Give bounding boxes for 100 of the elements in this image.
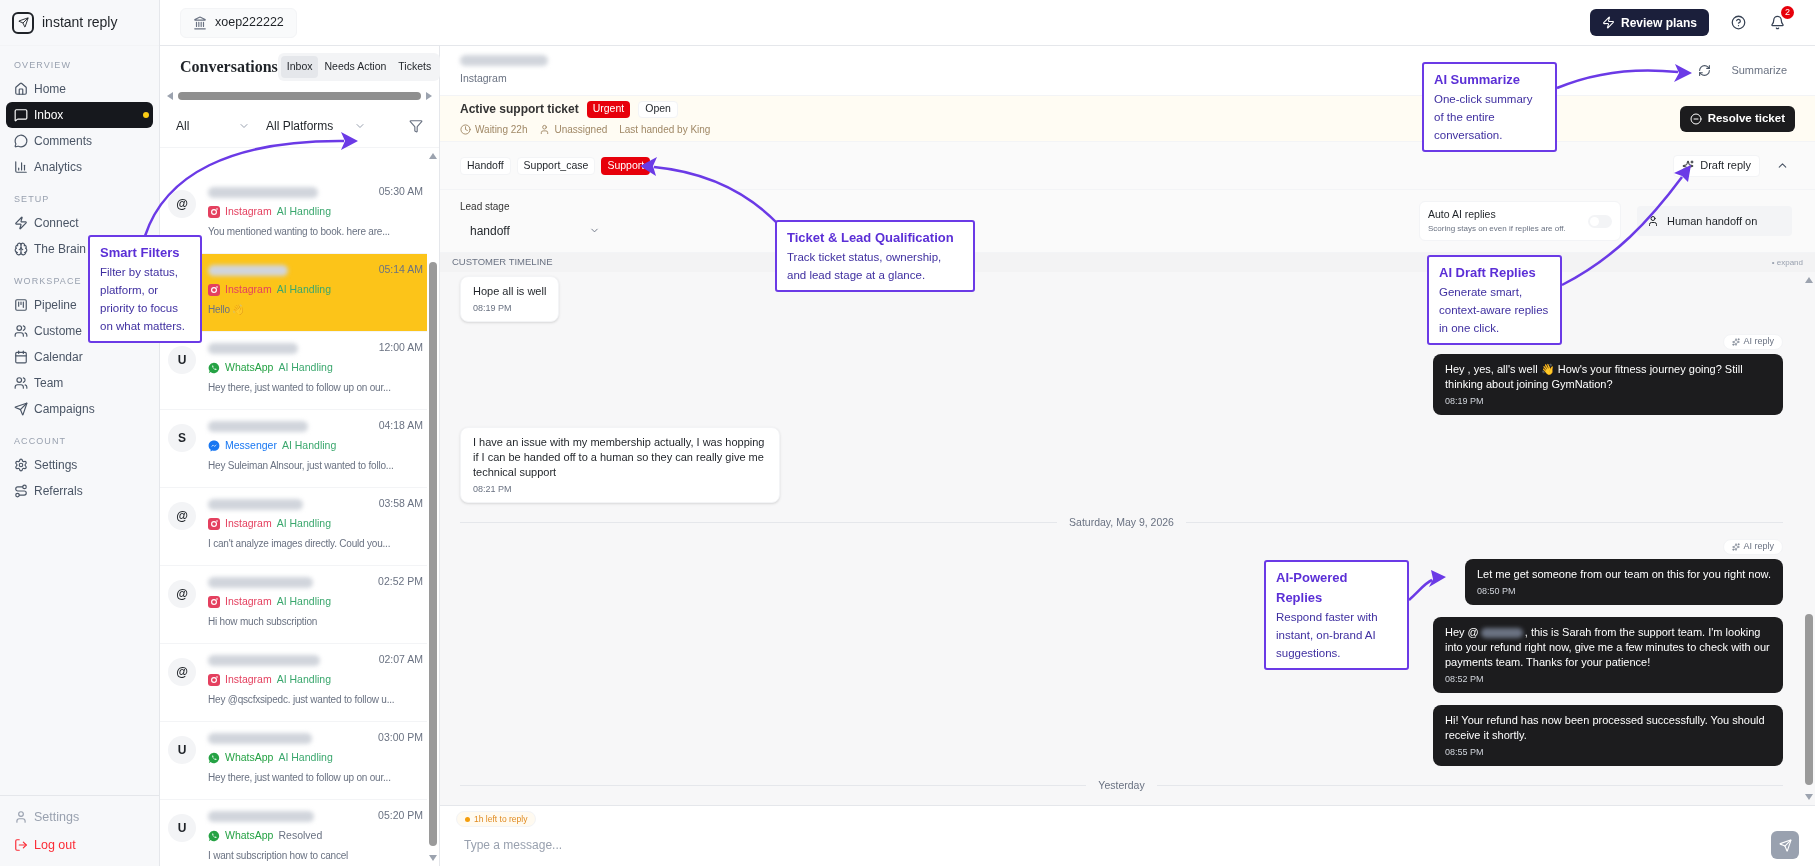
- status-label: AI Handling: [276, 516, 331, 532]
- users-icon: [14, 324, 28, 338]
- nav-item[interactable]: Team: [6, 370, 68, 396]
- platform-label: Instagram: [225, 516, 272, 532]
- conversation-time: 04:18 AM: [378, 418, 423, 434]
- help-icon[interactable]: [1731, 15, 1746, 30]
- caret-up-icon[interactable]: [1804, 276, 1814, 284]
- lightning-icon: [1601, 16, 1615, 29]
- nav-item[interactable]: Custome: [6, 318, 87, 344]
- tag[interactable]: Handoff: [460, 156, 511, 175]
- nav-item[interactable]: The Brain: [6, 236, 91, 262]
- caret-up-icon[interactable]: [428, 152, 438, 160]
- conversation-time: 05:14 AM: [378, 262, 423, 278]
- message-preview: I want subscription how to cancel: [208, 849, 349, 863]
- nav-item[interactable]: Inbox: [6, 102, 153, 128]
- platform-label: Messenger: [225, 438, 277, 454]
- caret-right-icon[interactable]: [425, 91, 433, 101]
- notification-icon[interactable]: [1770, 15, 1785, 30]
- filter-icon[interactable]: [409, 118, 423, 133]
- nav-item[interactable]: Referrals: [6, 478, 87, 504]
- reply-deadline-badge: 1h left to reply: [456, 811, 537, 827]
- panel-title: Conversations: [180, 57, 278, 77]
- draft-reply-button[interactable]: Draft reply: [1673, 154, 1760, 177]
- platform-label: Instagram: [225, 282, 272, 298]
- avatar: U: [168, 346, 196, 374]
- date-divider: Yesterday: [1098, 777, 1145, 793]
- scrollbar-thumb[interactable]: [429, 262, 437, 846]
- platform-label: WhatsApp: [225, 360, 274, 376]
- avatar: @: [168, 580, 196, 608]
- caret-down-icon[interactable]: [1804, 793, 1814, 801]
- nav-item[interactable]: Settings: [6, 452, 82, 478]
- message-preview: You mentioned wanting to book. here are...: [208, 225, 390, 239]
- platform-label: Instagram: [225, 204, 272, 220]
- scrollbar-thumb[interactable]: [1805, 614, 1813, 785]
- workspace-chip[interactable]: xoep222222: [180, 7, 297, 38]
- filter-dropdown[interactable]: All Platforms: [266, 111, 366, 140]
- tooltip-title: AI Draft Replies: [1439, 264, 1537, 282]
- avatar: @: [168, 190, 196, 218]
- message-preview: Hey there, just wanted to follow up on our...: [208, 771, 391, 785]
- message-time: 08:21 PM: [473, 483, 513, 495]
- chat-bubble-icon: [14, 134, 28, 148]
- filter-dropdown[interactable]: All: [176, 111, 250, 140]
- status-label: AI Handling: [281, 438, 337, 454]
- send-button[interactable]: [1771, 831, 1799, 859]
- tab[interactable]: Tickets: [392, 56, 438, 78]
- status-label: AI Handling: [276, 672, 331, 688]
- nav-item[interactable]: Pipeline: [6, 292, 81, 318]
- caret-down-icon[interactable]: [428, 854, 438, 862]
- avatar: @: [168, 658, 196, 686]
- caret-left-icon[interactable]: [166, 91, 174, 101]
- message-text: Let me get someone from our team on this for you right now.: [1476, 566, 1771, 582]
- tab[interactable]: Inbox: [280, 56, 319, 78]
- tooltip-title: AI-Powered Replies: [1276, 569, 1349, 607]
- message-time: 08:52 PM: [1445, 672, 1485, 685]
- conversation-time: 03:00 PM: [378, 730, 423, 746]
- tag[interactable]: Support: [601, 156, 651, 175]
- notification-badge: 2: [1781, 6, 1794, 19]
- lightning-icon: [14, 216, 28, 230]
- calendar-icon: [14, 350, 28, 364]
- send-icon: [1778, 838, 1792, 852]
- nav-item[interactable]: Campaigns: [6, 396, 99, 422]
- tooltip-text: Generate smart, context-aware replies in one click.: [1439, 285, 1550, 336]
- setting-hint: Scoring stays on even if replies are off.: [1428, 222, 1567, 235]
- message-preview: Hey Suleiman Alnsour, just wanted to follo...: [208, 459, 394, 473]
- message-input[interactable]: Type a message...: [456, 831, 1771, 859]
- lead-stage-dropdown[interactable]: handoff: [460, 217, 610, 244]
- nav-item[interactable]: Analytics: [6, 154, 87, 180]
- minus-circle-icon: [1689, 112, 1702, 125]
- section-label: WORKSPACE: [13, 275, 83, 289]
- platform-label: Instagram: [225, 594, 272, 610]
- tab[interactable]: Needs Action: [318, 56, 393, 78]
- tooltip-text: Track ticket status, ownership, and lead stage at a glance.: [787, 250, 943, 283]
- nav-item[interactable]: Connect: [6, 210, 83, 236]
- summarize-button[interactable]: Summarize: [1698, 62, 1795, 79]
- nav-item[interactable]: Home: [6, 76, 70, 102]
- nav-item[interactable]: Calendar: [6, 344, 87, 370]
- ticket-meta: Last handed by King: [619, 123, 711, 137]
- tooltip-title: AI Summarize: [1434, 71, 1521, 89]
- review-plans-button[interactable]: Review plans: [1589, 9, 1709, 36]
- tag[interactable]: Support_case: [516, 156, 596, 175]
- nav-item[interactable]: Comments: [6, 128, 96, 154]
- conversation-time: 05:30 AM: [378, 184, 423, 200]
- tooltip-title: Ticket & Lead Qualification: [787, 229, 955, 247]
- logout-link[interactable]: Log out: [6, 832, 153, 858]
- conversation-time: 05:20 PM: [378, 808, 423, 824]
- tooltip-text: One-click summary of the entire conversation.: [1434, 92, 1534, 143]
- status-label: Resolved: [278, 828, 323, 844]
- message-preview: Hey there, just wanted to follow up on our...: [208, 381, 391, 395]
- avatar: U: [168, 736, 196, 764]
- resolve-ticket-button[interactable]: Resolve ticket: [1679, 105, 1795, 132]
- avatar: S: [168, 424, 196, 452]
- priority-badge: Urgent: [586, 100, 631, 118]
- ai-reply-tag: AI reply: [1723, 334, 1783, 350]
- platform-label: WhatsApp: [225, 828, 274, 844]
- route-icon: [14, 484, 28, 498]
- message-text: Hope all is well: [473, 284, 547, 299]
- handoff-status: Human handoff on: [1637, 206, 1792, 236]
- message-preview: Hi how much subscription: [208, 615, 318, 629]
- message-preview: Hey @qscfxsipedc. just wanted to follow u...: [208, 693, 395, 707]
- section-label: ACCOUNT: [13, 435, 68, 449]
